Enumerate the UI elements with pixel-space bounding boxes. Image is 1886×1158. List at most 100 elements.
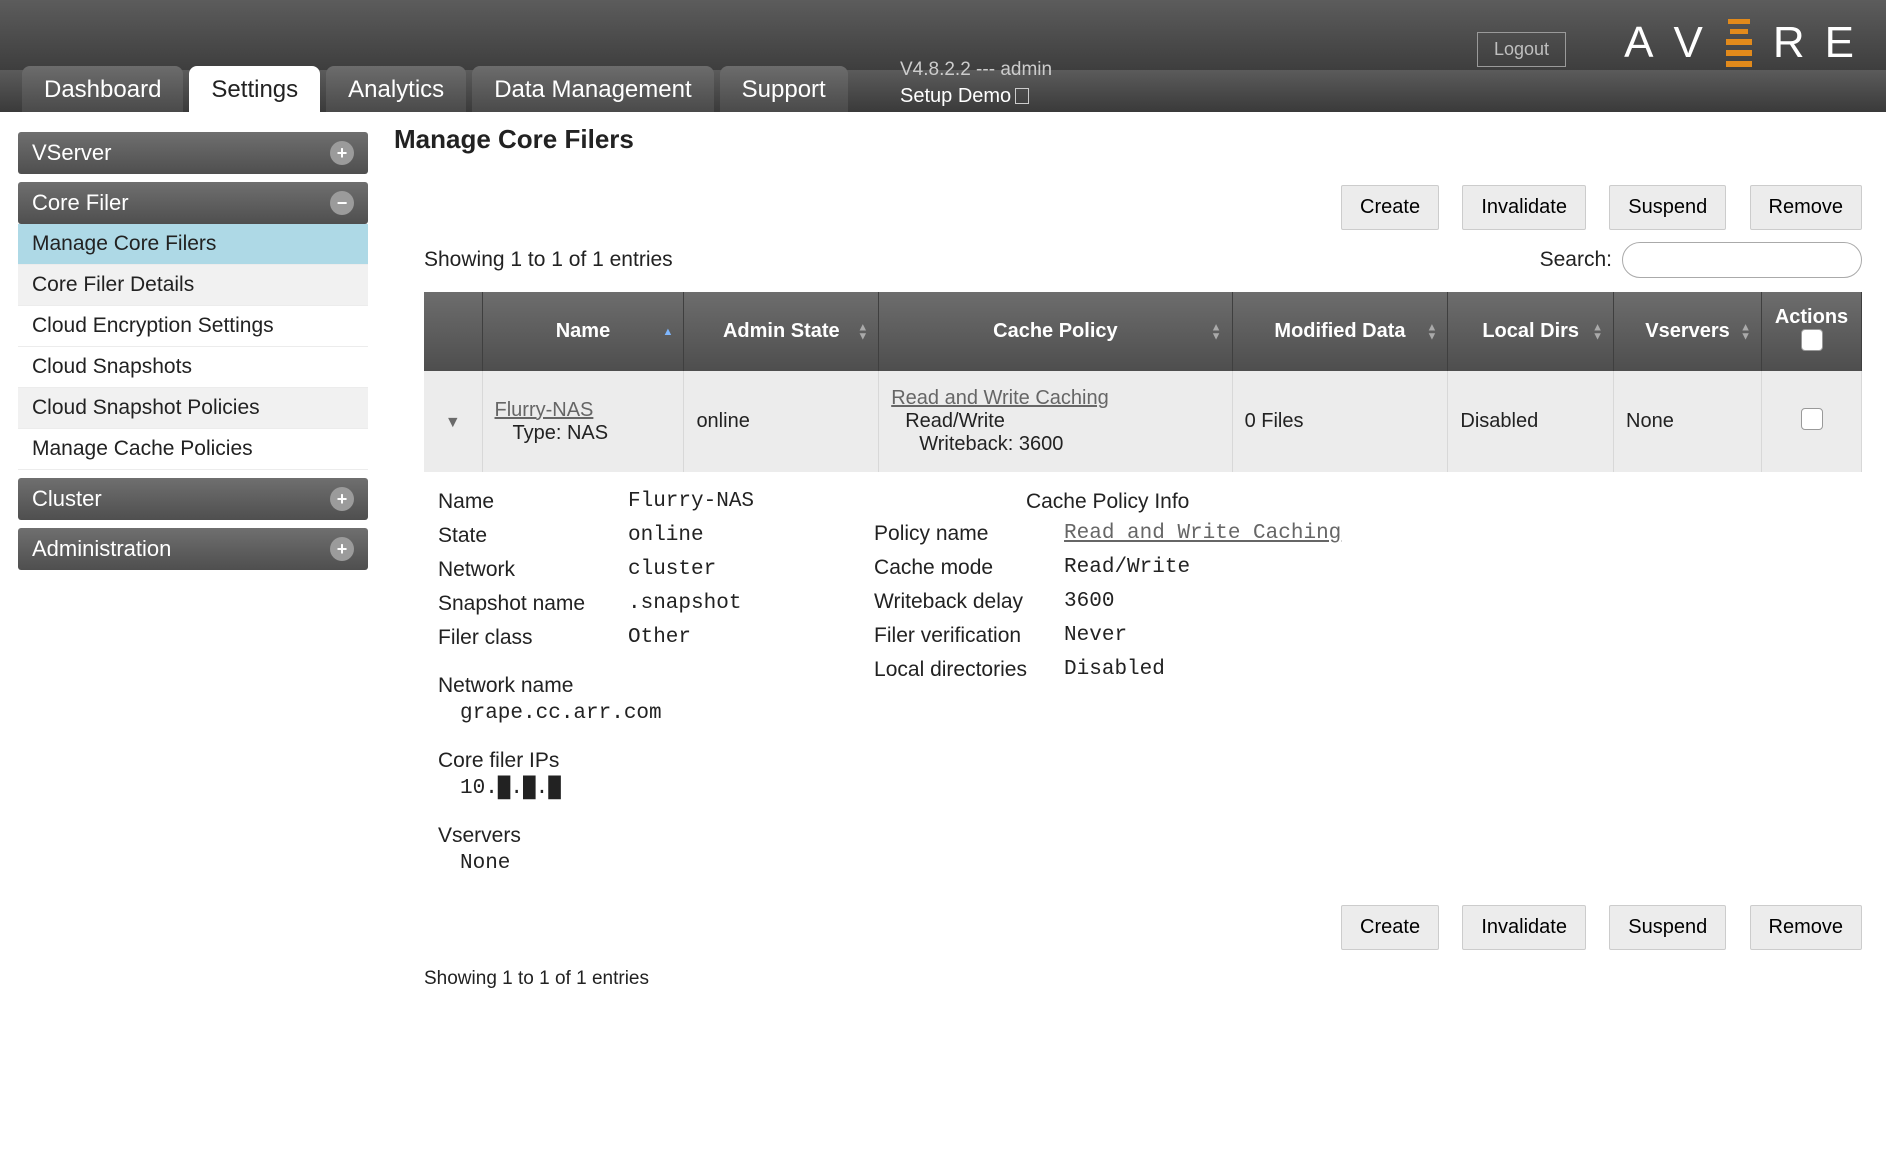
col-modified-data[interactable]: Modified Data▲▼ xyxy=(1232,292,1448,371)
minus-icon: − xyxy=(330,191,354,215)
sort-asc-icon: ▲ xyxy=(663,328,674,336)
val-local-directories: Disabled xyxy=(1064,658,1165,682)
logo-letter-e2: E xyxy=(1825,18,1856,68)
create-button[interactable]: Create xyxy=(1341,185,1439,230)
remove-button-bottom[interactable]: Remove xyxy=(1750,905,1862,950)
logo-letter-v: V xyxy=(1674,18,1705,68)
version-text: V4.8.2.2 --- admin xyxy=(900,58,1052,83)
lbl-state: State xyxy=(438,524,628,548)
tab-dashboard[interactable]: Dashboard xyxy=(22,66,183,112)
invalidate-button-bottom[interactable]: Invalidate xyxy=(1462,905,1586,950)
sort-icon: ▼ xyxy=(1740,332,1751,340)
logo-letter-a: A xyxy=(1624,18,1655,68)
sidebar-section-core-filer[interactable]: Core Filer − xyxy=(18,182,368,224)
val-cache-mode: Read/Write xyxy=(1064,556,1190,580)
tab-data-management[interactable]: Data Management xyxy=(472,66,713,112)
val-writeback-delay: 3600 xyxy=(1064,590,1114,614)
sort-icon: ▼ xyxy=(1211,332,1222,340)
document-icon[interactable] xyxy=(1015,88,1029,104)
logo-letter-r: R xyxy=(1773,18,1807,68)
plus-icon: + xyxy=(330,537,354,561)
table-row: ▼ Flurry-NAS Type: NAS online Read and W… xyxy=(424,371,1862,472)
val-filer-class: Other xyxy=(628,626,691,650)
sidebar-item-core-filer-details[interactable]: Core Filer Details xyxy=(18,265,368,306)
core-filers-table: Name▲ Admin State▲▼ Cache Policy▲▼ Modif… xyxy=(424,292,1862,472)
sidebar-corefiler-label: Core Filer xyxy=(32,190,129,216)
header-info: V4.8.2.2 --- admin Setup Demo xyxy=(900,58,1052,109)
val-state: online xyxy=(628,524,704,548)
nav-tabs: Dashboard Settings Analytics Data Manage… xyxy=(0,70,1886,112)
plus-icon: + xyxy=(330,141,354,165)
page-title: Manage Core Filers xyxy=(394,124,1862,155)
setup-demo-link[interactable]: Setup Demo xyxy=(900,85,1011,107)
search-label: Search: xyxy=(1540,248,1612,272)
val-network-name: grape.cc.arr.com xyxy=(460,702,754,725)
actions-bottom: Create Invalidate Suspend Remove xyxy=(394,905,1862,950)
col-actions: Actions xyxy=(1762,292,1862,371)
lbl-writeback-delay: Writeback delay xyxy=(874,590,1064,614)
sidebar-item-manage-core-filers[interactable]: Manage Core Filers xyxy=(18,224,368,265)
sidebar-item-cloud-snapshots[interactable]: Cloud Snapshots xyxy=(18,347,368,388)
search-input[interactable] xyxy=(1622,242,1862,278)
val-filer-verification: Never xyxy=(1064,624,1127,648)
col-name[interactable]: Name▲ xyxy=(482,292,684,371)
sort-icon: ▼ xyxy=(857,332,868,340)
invalidate-button[interactable]: Invalidate xyxy=(1462,185,1586,230)
suspend-button[interactable]: Suspend xyxy=(1609,185,1726,230)
val-snapshot: .snapshot xyxy=(628,592,741,616)
col-admin-state[interactable]: Admin State▲▼ xyxy=(684,292,879,371)
lbl-core-filer-ips: Core filer IPs xyxy=(438,749,754,773)
val-vservers: None xyxy=(460,852,754,875)
select-all-checkbox[interactable] xyxy=(1801,329,1823,351)
lbl-local-directories: Local directories xyxy=(874,658,1064,682)
lbl-snapshot: Snapshot name xyxy=(438,592,628,616)
sidebar-cluster-label: Cluster xyxy=(32,486,102,512)
cache-mode-text: Read/Write xyxy=(905,410,1005,432)
cell-local-dirs: Disabled xyxy=(1448,371,1614,472)
sidebar-item-cloud-encryption-settings[interactable]: Cloud Encryption Settings xyxy=(18,306,368,347)
lbl-policy-name: Policy name xyxy=(874,522,1064,546)
col-expand xyxy=(424,292,482,371)
remove-button[interactable]: Remove xyxy=(1750,185,1862,230)
filer-name-link[interactable]: Flurry-NAS xyxy=(495,399,594,421)
cell-modified-data: 0 Files xyxy=(1232,371,1448,472)
logout-button[interactable]: Logout xyxy=(1477,32,1566,67)
cache-policy-info-title: Cache Policy Info xyxy=(874,490,1341,514)
sidebar-section-vserver[interactable]: VServer + xyxy=(18,132,368,174)
col-cache-policy[interactable]: Cache Policy▲▼ xyxy=(879,292,1232,371)
sidebar-administration-label: Administration xyxy=(32,536,171,562)
tab-support[interactable]: Support xyxy=(720,66,848,112)
sort-icon: ▼ xyxy=(1426,332,1437,340)
create-button-bottom[interactable]: Create xyxy=(1341,905,1439,950)
val-core-filer-ips: 10.█.█.█ xyxy=(460,777,754,800)
row-detail: NameFlurry-NAS Stateonline Networkcluste… xyxy=(438,490,1862,875)
sidebar-section-cluster[interactable]: Cluster + xyxy=(18,478,368,520)
lbl-vservers: Vservers xyxy=(438,824,754,848)
tab-settings[interactable]: Settings xyxy=(189,66,320,112)
lbl-cache-mode: Cache mode xyxy=(874,556,1064,580)
row-expander-icon[interactable]: ▼ xyxy=(445,414,461,431)
lbl-name: Name xyxy=(438,490,628,514)
filer-type: Type: NAS xyxy=(513,422,609,444)
sidebar-item-manage-cache-policies[interactable]: Manage Cache Policies xyxy=(18,429,368,470)
lbl-network: Network xyxy=(438,558,628,582)
sidebar-item-cloud-snapshot-policies[interactable]: Cloud Snapshot Policies xyxy=(18,388,368,429)
val-name: Flurry-NAS xyxy=(628,490,754,514)
val-policy-name[interactable]: Read and Write Caching xyxy=(1064,522,1341,546)
sidebar-section-administration[interactable]: Administration + xyxy=(18,528,368,570)
cell-admin-state: online xyxy=(684,371,879,472)
suspend-button-bottom[interactable]: Suspend xyxy=(1609,905,1726,950)
row-checkbox[interactable] xyxy=(1801,408,1823,430)
cell-vservers: None xyxy=(1614,371,1762,472)
lbl-network-name: Network name xyxy=(438,674,754,698)
tab-analytics[interactable]: Analytics xyxy=(326,66,466,112)
sidebar-vserver-label: VServer xyxy=(32,140,111,166)
sidebar: VServer + Core Filer − Manage Core Filer… xyxy=(0,124,380,1030)
col-vservers[interactable]: Vservers▲▼ xyxy=(1614,292,1762,371)
logo-e-icon xyxy=(1723,19,1755,67)
cache-policy-link[interactable]: Read and Write Caching xyxy=(891,387,1109,409)
col-local-dirs[interactable]: Local Dirs▲▼ xyxy=(1448,292,1614,371)
showing-text-bottom: Showing 1 to 1 of 1 entries xyxy=(424,968,1862,990)
sort-icon: ▼ xyxy=(1592,332,1603,340)
lbl-filer-class: Filer class xyxy=(438,626,628,650)
